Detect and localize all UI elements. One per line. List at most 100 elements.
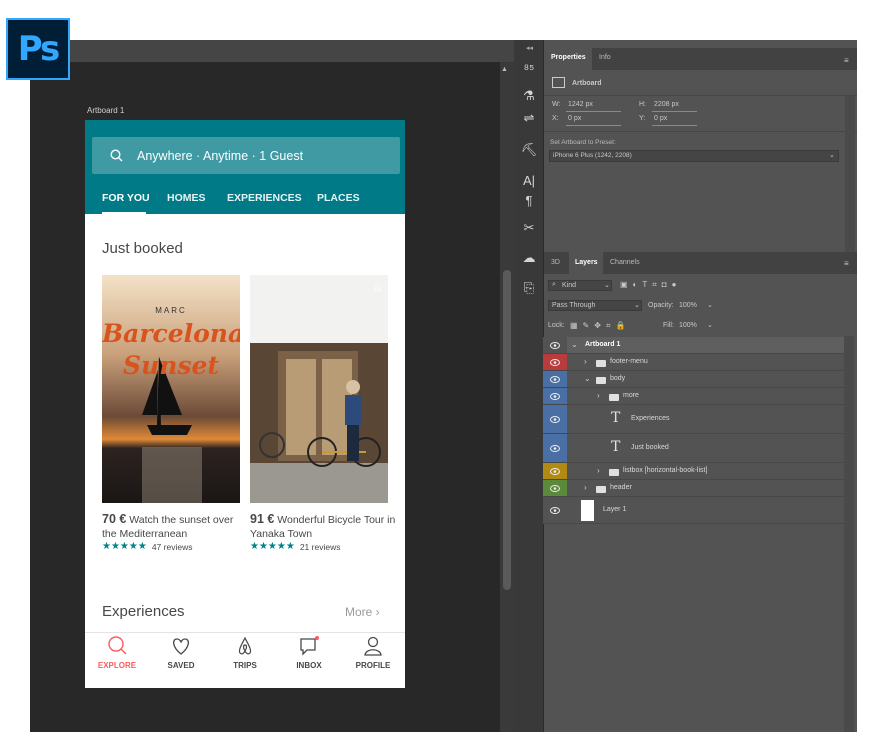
w-label: W: — [552, 101, 561, 108]
tab-places[interactable]: PLACES — [317, 192, 360, 204]
folder-icon — [596, 376, 606, 384]
layer-row[interactable]: ⌄ body — [543, 371, 844, 388]
opacity-label: Opacity: — [648, 302, 674, 309]
visibility-eye-icon[interactable] — [543, 434, 567, 462]
divider — [544, 131, 857, 132]
chevron-down-icon: ⌄ — [634, 302, 640, 309]
search-text: Anywhere · Anytime · 1 Guest — [137, 148, 304, 163]
poster-title-2: Sunset — [123, 351, 219, 380]
clone-source-icon[interactable]: ⛏ — [514, 138, 544, 162]
chevron-down-icon: ⌄ — [829, 152, 835, 159]
layer-name: footer-menu — [610, 357, 648, 365]
panel-menu-icon[interactable]: ≡ — [844, 56, 849, 65]
history-icon[interactable]: ⁸⁵ — [514, 56, 544, 80]
nav-trips-label: TRIPS — [233, 661, 257, 670]
kind-filter-value: Kind — [562, 282, 577, 289]
card-1-caption: 70 € Watch the sunset over the Mediterra… — [102, 512, 248, 541]
tab-properties[interactable]: Properties — [551, 54, 586, 61]
libraries-icon[interactable]: ☁ — [514, 246, 544, 270]
experience-card-bicycle[interactable]: ⍝ — [250, 275, 388, 503]
nav-explore[interactable]: EXPLORE — [85, 635, 149, 685]
experience-card-barcelona[interactable]: MARC Barcelona Sunset — [102, 275, 240, 503]
collapse-icon[interactable]: ◂◂ — [526, 44, 533, 52]
chat-bubble-icon — [300, 636, 319, 656]
fill-field[interactable]: 100% — [679, 322, 697, 329]
chevron-down-icon[interactable]: ⌄ — [707, 321, 713, 329]
chevron-right-icon[interactable]: › — [597, 466, 600, 475]
tools-icon[interactable]: ✂ — [514, 216, 544, 240]
lock-icons[interactable]: ▦✎✥⌗🔒 — [570, 321, 630, 331]
adjustments-icon[interactable]: ⚗ — [514, 84, 544, 108]
tab-for-you[interactable]: FOR YOU — [102, 192, 150, 204]
visibility-eye-icon[interactable] — [543, 497, 567, 523]
paragraph-icon[interactable]: ¶ — [514, 188, 544, 212]
poster-title-1: Barcelona — [102, 319, 240, 348]
divider — [544, 95, 857, 96]
nav-trips[interactable]: TRIPS — [213, 635, 277, 685]
layers-scrollbar[interactable] — [844, 336, 854, 732]
h-label: H: — [639, 101, 646, 108]
tab-3d[interactable]: 3D — [551, 259, 560, 266]
paths-icon[interactable]: ⎘ — [514, 276, 544, 300]
layer-name: Layer 1 — [603, 505, 627, 513]
nav-saved-label: SAVED — [167, 661, 195, 670]
tab-indicator — [102, 212, 146, 214]
preset-value: iPhone 6 Plus (1242, 2208) — [553, 152, 632, 159]
tab-layers[interactable]: Layers — [575, 259, 598, 266]
w-underline — [566, 111, 621, 112]
visibility-eye-icon[interactable] — [543, 371, 567, 387]
tab-channels[interactable]: Channels — [610, 259, 640, 266]
scrollbar-thumb[interactable] — [503, 270, 511, 590]
search-bar[interactable]: Anywhere · Anytime · 1 Guest — [92, 137, 400, 174]
opacity-field[interactable]: 100% — [679, 302, 697, 309]
panel-menu-icon[interactable]: ≡ — [844, 259, 849, 268]
layer-row[interactable]: › footer-menu — [543, 354, 844, 371]
chevron-right-icon[interactable]: › — [584, 483, 587, 492]
layer-row[interactable]: ⌄ Artboard 1 — [543, 337, 844, 354]
poster-top-text: MARC — [155, 306, 187, 315]
chevron-down-icon[interactable]: ⌄ — [584, 374, 591, 383]
kind-filter-dropdown[interactable] — [548, 280, 612, 291]
user-icon — [364, 636, 382, 656]
layer-filter-icons[interactable]: ▣◐T⌗◘● — [620, 280, 681, 290]
h-field[interactable]: 2208 px — [654, 101, 679, 108]
layer-row[interactable]: › more — [543, 388, 844, 405]
visibility-eye-icon[interactable] — [543, 337, 567, 353]
chevron-down-icon[interactable]: ⌄ — [571, 340, 578, 349]
experiences-title: Experiences — [102, 603, 185, 620]
tab-experiences[interactable]: EXPERIENCES — [227, 192, 302, 204]
visibility-eye-icon[interactable] — [543, 354, 567, 370]
layer-row[interactable]: › listbox [horizontal-book-list] — [543, 463, 844, 480]
layer-name: header — [610, 483, 632, 491]
visibility-eye-icon[interactable] — [543, 388, 567, 404]
tab-info[interactable]: Info — [599, 54, 611, 61]
y-field[interactable]: 0 px — [654, 115, 667, 122]
chevron-right-icon[interactable]: › — [597, 391, 600, 400]
sliders-icon[interactable]: ⇌ — [514, 106, 544, 130]
visibility-eye-icon[interactable] — [543, 463, 567, 479]
w-field[interactable]: 1242 px — [568, 101, 593, 108]
chevron-right-icon[interactable]: › — [584, 357, 587, 366]
star-rating-icon: ★★★★★ — [102, 541, 147, 552]
x-field[interactable]: 0 px — [568, 115, 581, 122]
text-layer-icon: T — [611, 438, 621, 455]
section-title: Just booked — [102, 240, 183, 257]
scroll-up-icon[interactable]: ▲ — [501, 66, 508, 73]
card-1-price: 70 € — [102, 512, 127, 526]
tab-homes[interactable]: HOMES — [167, 192, 206, 204]
layer-row[interactable]: Layer 1 — [543, 497, 844, 524]
layer-row[interactable]: T Experiences — [543, 405, 844, 434]
layer-row[interactable]: T Just booked — [543, 434, 844, 463]
nav-saved[interactable]: SAVED — [149, 635, 213, 685]
chevron-down-icon[interactable]: ⌄ — [707, 301, 713, 309]
layer-row[interactable]: › header — [543, 480, 844, 497]
more-link[interactable]: More › — [345, 605, 380, 619]
visibility-eye-icon[interactable] — [543, 405, 567, 433]
h-underline — [652, 111, 697, 112]
properties-scrollbar[interactable] — [845, 96, 855, 256]
visibility-eye-icon[interactable] — [543, 480, 567, 496]
artboard[interactable]: Anywhere · Anytime · 1 Guest FOR YOU HOM… — [85, 120, 405, 688]
nav-profile[interactable]: PROFILE — [341, 635, 405, 685]
nav-inbox[interactable]: INBOX — [277, 635, 341, 685]
folder-icon — [609, 468, 619, 476]
